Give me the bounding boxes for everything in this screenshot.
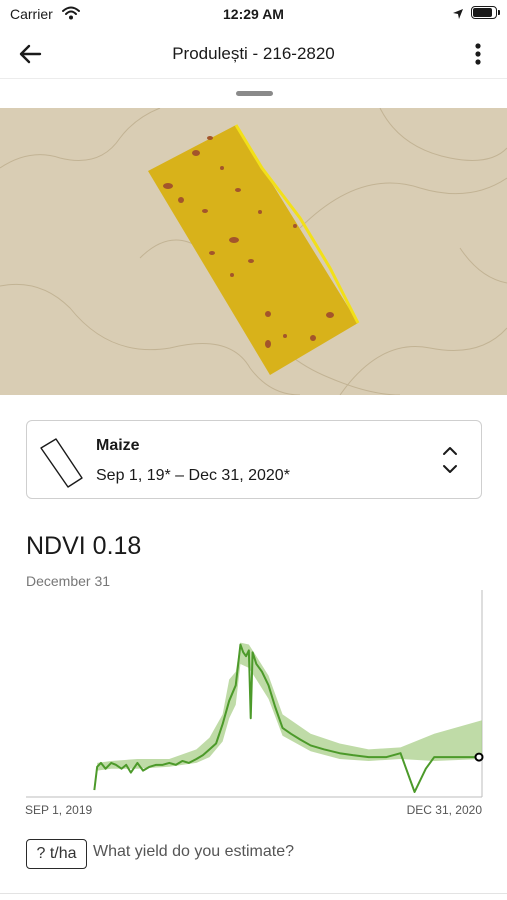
crop-date-range: Sep 1, 19* – Dec 31, 2020* xyxy=(96,467,290,484)
ndvi-date: December 31 xyxy=(26,573,111,589)
drawer-handle[interactable] xyxy=(236,91,273,96)
field-shape-icon xyxy=(38,434,88,495)
ndvi-value-title: NDVI 0.18 xyxy=(26,532,142,560)
crop-season-selector[interactable]: Maize Sep 1, 19* – Dec 31, 2020* xyxy=(26,420,482,499)
status-time: 12:29 AM xyxy=(223,6,284,22)
up-down-chevron-icon xyxy=(439,443,461,482)
back-button[interactable] xyxy=(14,38,48,70)
crop-name: Maize xyxy=(96,437,140,454)
x-tick-end: DEC 31, 2020 xyxy=(406,803,482,817)
confidence-band xyxy=(97,642,482,771)
current-value-marker xyxy=(474,752,484,762)
battery-icon xyxy=(471,6,497,19)
ndvi-chart-svg xyxy=(26,590,484,798)
ndvi-chart[interactable] xyxy=(24,590,484,809)
yield-estimate-button[interactable]: ? t/ha xyxy=(26,839,87,869)
status-bar: Carrier 12:29 AM xyxy=(0,0,507,30)
vertical-ellipsis-icon xyxy=(475,43,481,65)
battery-tip xyxy=(498,10,500,15)
yield-prompt[interactable]: What yield do you estimate? xyxy=(93,843,294,861)
more-options-button[interactable] xyxy=(465,38,493,70)
arrow-left-icon xyxy=(19,44,42,64)
navigation-bar: Produlești - 216-2820 xyxy=(0,30,507,79)
x-tick-start: SEP 1, 2019 xyxy=(25,803,93,817)
field-map[interactable] xyxy=(0,108,507,395)
page-title: Produlești - 216-2820 xyxy=(172,44,335,63)
map-canvas xyxy=(0,108,507,395)
location-arrow-icon xyxy=(452,7,464,25)
divider xyxy=(0,893,507,894)
